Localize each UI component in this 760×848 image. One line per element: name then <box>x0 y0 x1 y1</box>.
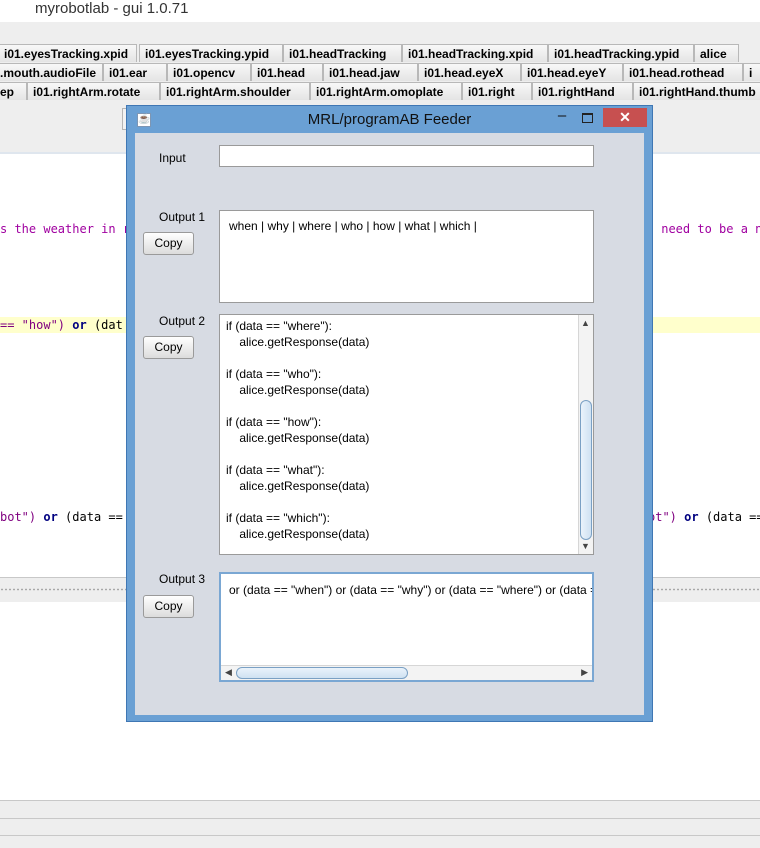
scroll-down-icon[interactable]: ▼ <box>581 541 590 551</box>
close-button[interactable]: ✕ <box>603 108 647 127</box>
output2-line: alice.getResponse(data) <box>226 479 370 493</box>
output1-copy-button[interactable]: Copy <box>143 232 194 255</box>
tab-rightarm-omoplate[interactable]: i01.rightArm.omoplate <box>310 82 462 100</box>
output2-line: if (data == "which"): <box>226 511 330 525</box>
tab-eyestracking-ypid[interactable]: i01.eyesTracking.ypid <box>139 44 283 62</box>
output2-vertical-scrollbar[interactable]: ▲ ▼ <box>578 315 593 554</box>
tab-head-eyey[interactable]: i01.head.eyeY <box>521 63 623 81</box>
tab-headtracking[interactable]: i01.headTracking <box>283 44 402 62</box>
dialog-title-bar[interactable]: ☕ MRL/programAB Feeder – ✕ <box>127 106 652 132</box>
input-label: Input <box>159 151 186 165</box>
dialog-content: Input Output 1 Copy when | why | where |… <box>135 133 644 715</box>
output1-label: Output 1 <box>159 210 206 224</box>
tab-righthand[interactable]: i01.rightHand <box>532 82 633 100</box>
scroll-left-icon[interactable]: ◀ <box>225 667 232 678</box>
scroll-thumb[interactable] <box>580 400 592 540</box>
tab-truncated[interactable]: i <box>743 63 760 81</box>
tab-eyestracking-xpid[interactable]: i01.eyesTracking.xpid <box>0 44 137 62</box>
output2-text-area[interactable]: if (data == "where"): alice.getResponse(… <box>219 314 594 555</box>
input-field[interactable] <box>219 145 594 167</box>
output2-lines: if (data == "where"): alice.getResponse(… <box>226 318 576 542</box>
output2-line: alice.getResponse(data) <box>226 431 370 445</box>
output3-text: or (data == "when") or (data == "why") o… <box>229 583 592 597</box>
code-keyword: or <box>43 510 58 524</box>
output2-copy-button[interactable]: Copy <box>143 336 194 359</box>
tab-opencv[interactable]: i01.opencv <box>167 63 251 81</box>
tab-ear[interactable]: i01.ear <box>103 63 167 81</box>
splitter-bottom[interactable] <box>0 800 760 848</box>
tab-rightarm-shoulder[interactable]: i01.rightArm.shoulder <box>160 82 310 100</box>
output1-text-area[interactable]: when | why | where | who | how | what | … <box>219 210 594 303</box>
code-line-bot: bot") or (data == <box>0 510 123 524</box>
output2-line: alice.getResponse(data) <box>226 335 370 349</box>
output2-line: if (data == "where"): <box>226 319 332 333</box>
tab-mouth-audiofile[interactable]: .mouth.audioFile <box>0 63 103 81</box>
tab-right[interactable]: i01.right <box>462 82 532 100</box>
code-line-weather: s the weather in r <box>0 222 131 236</box>
output3-label: Output 3 <box>159 572 206 586</box>
output2-line <box>226 350 576 366</box>
code-keyword: or <box>72 318 87 332</box>
output2-line: if (data == "how"): <box>226 415 322 429</box>
output2-line: alice.getResponse(data) <box>226 383 370 397</box>
output2-line: if (data == "what"): <box>226 463 325 477</box>
code-string: bot") <box>0 510 37 524</box>
output3-text-area[interactable]: or (data == "when") or (data == "why") o… <box>219 572 594 682</box>
output2-line: alice.getResponse(data) <box>226 527 370 541</box>
tab-righthand-thumb[interactable]: i01.rightHand.thumb <box>633 82 760 100</box>
output2-line <box>226 446 576 462</box>
output3-horizontal-scrollbar[interactable]: ◀ ▶ <box>221 665 592 680</box>
output2-line <box>226 398 576 414</box>
scroll-thumb[interactable] <box>236 667 408 679</box>
tab-head-rothead[interactable]: i01.head.rothead <box>623 63 743 81</box>
app-title: myrobotlab - gui 1.0.71 <box>35 0 189 17</box>
code-text: (data == <box>65 510 123 524</box>
dialog-title: MRL/programAB Feeder <box>307 111 472 128</box>
tab-alice[interactable]: alice <box>694 44 739 62</box>
output2-label: Output 2 <box>159 314 206 328</box>
divider <box>0 818 760 819</box>
tab-headtracking-xpid[interactable]: i01.headTracking.xpid <box>402 44 548 62</box>
scroll-right-icon[interactable]: ▶ <box>581 667 588 678</box>
output1-text: when | why | where | who | how | what | … <box>229 219 477 233</box>
code-line-weather-right: need to be a ni <box>654 222 760 236</box>
tab-head-eyex[interactable]: i01.head.eyeX <box>418 63 521 81</box>
tab-head-jaw[interactable]: i01.head.jaw <box>323 63 418 81</box>
minimize-button[interactable]: – <box>551 108 573 127</box>
maximize-button[interactable] <box>576 109 598 127</box>
code-keyword: or <box>684 510 699 524</box>
scroll-up-icon[interactable]: ▲ <box>581 318 590 328</box>
tab-rightarm-rotate[interactable]: i01.rightArm.rotate <box>27 82 160 100</box>
programab-feeder-dialog: ☕ MRL/programAB Feeder – ✕ Input Output … <box>126 105 653 722</box>
output3-copy-button[interactable]: Copy <box>143 595 194 618</box>
maximize-icon <box>582 113 593 123</box>
code-line-bot-right: ot") or (data == <box>648 510 760 524</box>
tab-headtracking-ypid[interactable]: i01.headTracking.ypid <box>548 44 694 62</box>
code-text: (data == <box>705 510 760 524</box>
code-text: (dat <box>93 318 123 332</box>
tab-ep[interactable]: ep <box>0 82 27 100</box>
divider <box>0 835 760 836</box>
tab-head[interactable]: i01.head <box>251 63 323 81</box>
output2-line: if (data == "who"): <box>226 367 322 381</box>
main-title-bar: myrobotlab - gui 1.0.71 <box>0 0 760 22</box>
output2-line <box>226 494 576 510</box>
service-tab-area: i01.eyesTracking.xpid i01.eyesTracking.y… <box>0 22 760 104</box>
code-string: == "how") <box>0 318 66 332</box>
code-line-how: == "how") or (dat <box>0 318 123 332</box>
